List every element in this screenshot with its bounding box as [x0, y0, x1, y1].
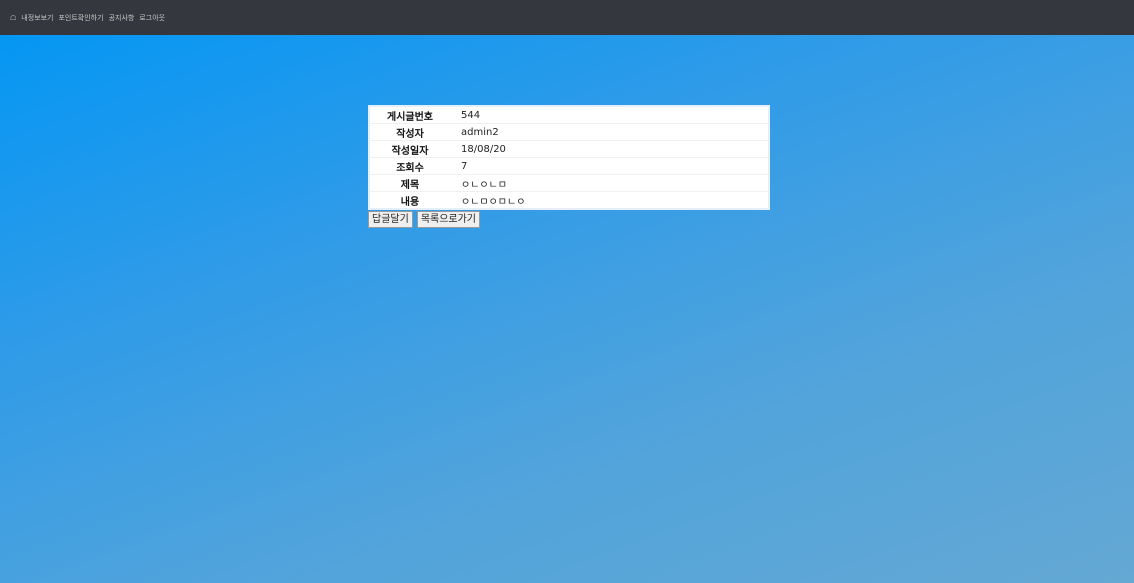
nav-notice[interactable]: 공지사항: [109, 13, 135, 23]
post-detail-table: 게시글번호 544 작성자 admin2 작성일자 18/08/20 조회수 7…: [368, 105, 770, 210]
post-detail-panel: 게시글번호 544 작성자 admin2 작성일자 18/08/20 조회수 7…: [368, 105, 770, 228]
content-value: ㅇㄴㅁㅇㅁㄴㅇ: [461, 196, 526, 208]
row-post-number: 게시글번호 544: [369, 106, 769, 124]
row-views: 조회수 7: [369, 157, 769, 175]
home-icon[interactable]: ☖: [10, 14, 16, 22]
nav-logout[interactable]: 로그아웃: [139, 13, 165, 23]
views-value: 7: [450, 157, 769, 175]
reply-button[interactable]: 답글달기: [368, 211, 413, 228]
author-label: 작성자: [369, 123, 450, 141]
row-date: 작성일자 18/08/20: [369, 140, 769, 158]
date-value: 18/08/20: [450, 140, 769, 158]
title-label: 제목: [369, 174, 450, 192]
row-author: 작성자 admin2: [369, 123, 769, 141]
action-buttons: 답글달기 목록으로가기: [368, 211, 770, 228]
date-label: 작성일자: [369, 140, 450, 158]
author-value: admin2: [450, 123, 769, 141]
post-number-value: 544: [450, 106, 769, 124]
views-label: 조회수: [369, 157, 450, 175]
row-title: 제목 ㅇㄴㅇㄴㅁ: [369, 174, 769, 192]
nav-my-info[interactable]: 내정보보기: [21, 13, 53, 23]
row-content: 내용 ㅇㄴㅁㅇㅁㄴㅇ: [369, 192, 769, 210]
post-number-label: 게시글번호: [369, 106, 450, 124]
content-label: 내용: [400, 196, 420, 208]
nav-check-points[interactable]: 포인트확인하기: [58, 13, 103, 23]
title-value: ㅇㄴㅇㄴㅁ: [450, 174, 769, 192]
back-to-list-button[interactable]: 목록으로가기: [416, 211, 481, 228]
top-navigation-bar: ☖ 내정보보기 포인트확인하기 공지사항 로그아웃: [0, 0, 1134, 35]
